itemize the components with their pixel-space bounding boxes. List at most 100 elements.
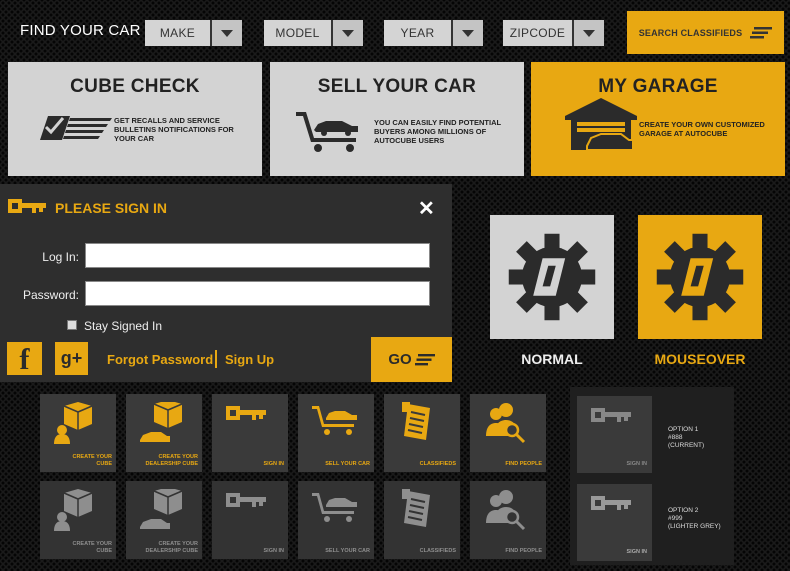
tile-label: CREATE YOUR DEALERSHIP CUBE [145,454,198,467]
tile-create-your-cube[interactable]: CREATE YOUR CUBE [40,394,116,472]
gear-logo-icon [656,233,744,321]
option-1-line1: OPTION 1 [668,426,699,433]
option-1-sign-in-tile[interactable]: SIGN IN [577,396,652,473]
feature-description: GET RECALLS AND SERVICE BULLETINS NOTIFI… [114,116,234,143]
cube-user-icon [54,489,93,531]
feature-sell-your-car[interactable]: SELL YOUR CAR YOU CAN EASILY FIND POTENT… [270,62,524,176]
tile-classifieds[interactable]: CLASSIFIEDS [384,394,460,472]
normal-label: NORMAL [521,351,583,367]
feature-title: CUBE CHECK [70,76,200,97]
find-your-car-title: FIND YOUR CAR [20,22,141,39]
cart-car-icon [296,112,358,152]
go-button[interactable]: GO [371,337,452,382]
tile-label: FIND PEOPLE [505,461,542,467]
google-plus-icon[interactable]: g+ [55,342,88,375]
feature-my-garage[interactable]: MY GARAGE CREATE YOUR OWN CUSTOMIZED GAR… [531,62,785,176]
cart-car-icon [312,493,357,522]
key-icon [8,199,46,213]
tile-sign-in-inactive[interactable]: SIGN IN [212,481,288,559]
people-search-icon [486,403,526,444]
link-separator [215,350,217,368]
year-dropdown[interactable]: YEAR [384,20,483,46]
tile-create-your-cube-inactive[interactable]: CREATE YOUR CUBE [40,481,116,559]
tile-label: CREATE YOUR DEALERSHIP CUBE [145,541,198,554]
key-icon [226,493,266,507]
tile-create-dealership-cube[interactable]: CREATE YOUR DEALERSHIP CUBE [126,394,202,472]
mouseover-state-preview[interactable] [638,215,762,339]
key-icon [591,408,631,422]
cart-car-icon [312,406,357,435]
forgot-password-link[interactable]: Forgot Password [107,352,213,367]
sign-in-title: PLEASE SIGN IN [55,200,168,216]
tile-find-people-inactive[interactable]: FIND PEOPLE [470,481,546,559]
tile-sell-your-car-inactive[interactable]: SELL YOUR CAR [298,481,374,559]
normal-state-preview[interactable] [490,215,614,339]
cube-car-icon [140,402,183,442]
search-classifieds-button[interactable]: SEARCH CLASSIFIEDS [627,11,784,54]
option-2-text: OPTION 2 #999 (LIGHTER GREY) [668,507,721,531]
tile-label: SIGN IN [626,549,647,555]
option-1-text: OPTION 1 #888 (CURRENT) [668,426,704,450]
tile-sell-your-car[interactable]: SELL YOUR CAR [298,394,374,472]
chevron-down-icon[interactable] [451,20,483,46]
tile-label: FIND PEOPLE [505,548,542,554]
classifieds-icon [402,402,430,440]
mouseover-label: MOUSEOVER [654,351,746,367]
zipcode-dropdown[interactable]: ZIPCODE [503,20,604,46]
tile-sign-in[interactable]: SIGN IN [212,394,288,472]
cube-user-icon [54,402,93,444]
tile-label: SIGN IN [263,461,284,467]
tile-find-people[interactable]: FIND PEOPLE [470,394,546,472]
key-icon [226,406,266,420]
make-dropdown[interactable]: MAKE [145,20,242,46]
chevron-down-icon[interactable] [331,20,363,46]
tile-create-dealership-cube-inactive[interactable]: CREATE YOUR DEALERSHIP CUBE [126,481,202,559]
tile-label: SIGN IN [626,461,647,467]
option-2-sign-in-tile[interactable]: SIGN IN [577,484,652,561]
tile-label: CREATE YOUR CUBE [72,541,112,554]
make-dropdown-label: MAKE [159,26,196,40]
sign-up-link[interactable]: Sign Up [225,352,274,367]
go-label: GO [388,351,412,368]
feature-cube-check[interactable]: CUBE CHECK GET RECALLS AND SERVICE BULLE… [8,62,262,176]
tile-label: SELL YOUR CAR [325,461,370,467]
year-dropdown-label: YEAR [400,26,435,40]
search-classifieds-label: SEARCH CLASSIFIEDS [638,27,743,38]
option-2-line1: OPTION 2 [668,507,699,514]
tile-label: CREATE YOUR CUBE [72,454,112,467]
people-search-icon [486,490,526,531]
tile-label: SELL YOUR CAR [325,548,370,554]
tile-classifieds-inactive[interactable]: CLASSIFIEDS [384,481,460,559]
login-label: Log In: [42,250,79,264]
chevron-down-icon[interactable] [210,20,242,46]
facebook-icon[interactable]: f [7,342,42,376]
classifieds-icon [402,489,430,527]
login-input[interactable] [85,243,430,268]
model-dropdown-label: MODEL [275,26,320,40]
tile-label: SIGN IN [263,548,284,554]
stay-signed-in-label: Stay Signed In [84,319,163,333]
speed-lines-icon [750,26,773,38]
feature-title: SELL YOUR CAR [317,76,477,97]
speed-lines-icon [414,353,435,365]
stay-signed-in-checkbox[interactable] [67,320,77,330]
tile-label: CLASSIFIEDS [419,548,456,554]
zipcode-dropdown-label: ZIPCODE [509,26,566,40]
model-dropdown[interactable]: MODEL [264,20,363,46]
option-2-line3: (LIGHTER GREY) [668,523,721,530]
option-2-line2: #999 [668,515,683,522]
garage-icon [565,98,637,155]
password-input[interactable] [85,281,430,306]
feature-description: CREATE YOUR OWN CUSTOMIZED GARAGE AT AUT… [639,120,765,138]
top-bar: FIND YOUR CAR MAKE MODEL YEAR ZIPCODE SE… [0,0,790,62]
checklist-icon [40,116,112,140]
close-icon[interactable]: ✕ [418,196,435,221]
tile-label: CLASSIFIEDS [419,461,456,467]
option-1-line2: #888 [668,434,683,441]
key-icon [591,496,631,510]
cube-car-icon [140,489,183,529]
feature-description: YOU CAN EASILY FIND POTENTIAL BUYERS AMO… [374,118,501,145]
option-1-line3: (CURRENT) [668,442,705,449]
gear-logo-icon [508,233,596,321]
chevron-down-icon[interactable] [572,20,604,46]
